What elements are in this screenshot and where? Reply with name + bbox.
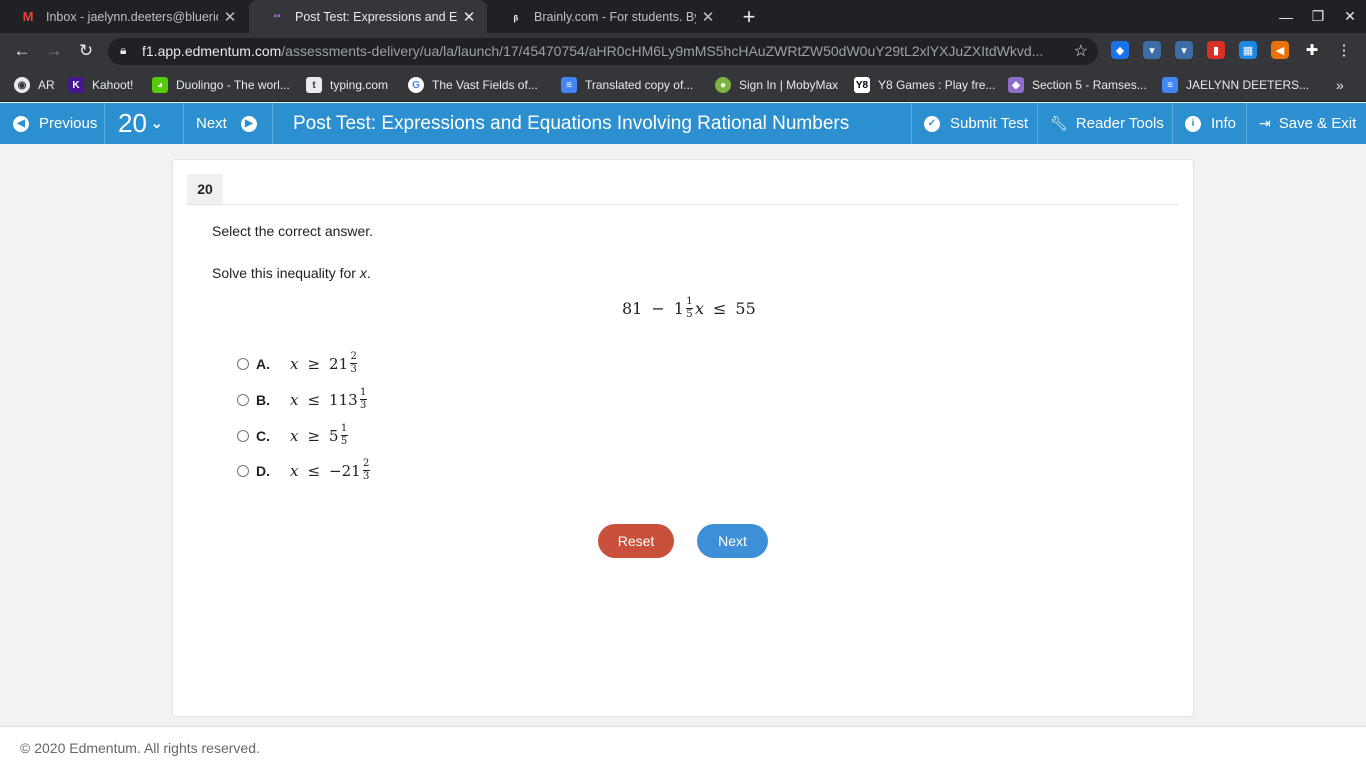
bookmark-ar[interactable]: ◉ AR [14,77,55,93]
option-math: x ≥5 15 [290,423,348,447]
next-button[interactable]: Next [697,524,768,558]
option-math: x ≤ −21 23 [290,458,370,482]
restore-icon[interactable]: ❐ [1302,0,1334,33]
duolingo-icon: ◕ [152,77,168,93]
sign-out-icon: ⇥ [1259,115,1271,131]
bookmark-y8[interactable]: Y8 Y8 Games : Play fre... [854,77,995,93]
bookmark-typing[interactable]: t typing.com [306,77,388,93]
extension-icon[interactable]: ▮ [1207,41,1225,59]
bookmark-duolingo[interactable]: ◕ Duolingo - The worl... [152,77,290,93]
inequality-equation: 81 − 1 15 x ≤ 55 [622,295,756,320]
bookmark-kahoot[interactable]: K Kahoot! [68,77,133,93]
google-icon: G [408,77,424,93]
info-icon: i [1185,115,1201,132]
radio-button-a[interactable] [237,357,249,370]
answer-option-d[interactable]: D. x ≤ −21 23 [237,459,372,482]
check-circle-icon: ✓ [924,115,940,132]
forward-icon[interactable]: → [42,39,66,63]
save-exit-button[interactable]: ⇥ Save & Exit [1247,103,1366,144]
question-header: 20 [187,174,1179,205]
kahoot-icon: K [68,77,84,93]
arrow-right-icon: ▶ [240,115,257,132]
shield-icon[interactable]: ▾ [1143,41,1161,59]
test-navigation-bar: ◀ Previous 20 ⌄ Next ▶ Post Test: Expres… [0,103,1366,144]
arrow-left-icon: ◀ [13,115,29,132]
tab-title: Post Test: Expressions and Equa [295,9,457,24]
tab-gmail[interactable]: M Inbox - jaelynn.deeters@blueridg ✕ [0,0,248,33]
menu-icon[interactable]: ⋮ [1335,41,1353,59]
submit-test-button[interactable]: ✓ Submit Test [912,103,1037,144]
shield-icon[interactable]: ▾ [1175,41,1193,59]
radio-button-c[interactable] [237,429,249,442]
window-close-icon[interactable]: ✕ [1334,0,1366,33]
gmail-icon: M [22,9,34,24]
wrench-icon: 🔧︎ [1050,115,1068,131]
address-bar[interactable]: 🔒︎ f1.app.edmentum.com/assessments-deliv… [108,38,1098,65]
option-math: x ≤113 13 [290,387,367,411]
reader-tools-button[interactable]: 🔧︎ Reader Tools [1038,103,1172,144]
browser-tab-strip: M Inbox - jaelynn.deeters@blueridg ✕ ▪▪ … [0,0,1366,33]
bookmark-vast-fields[interactable]: G The Vast Fields of... [408,77,538,93]
option-math: x ≥21 23 [290,351,358,375]
globe-icon: ◉ [14,77,30,93]
tab-brainly[interactable]: ᵦ Brainly.com - For students. By st ✕ [488,0,726,33]
tab-title: Inbox - jaelynn.deeters@blueridg [46,9,218,24]
bookmark-jaelynn[interactable]: ≡ JAELYNN DEETERS... [1162,77,1309,93]
y8-icon: Y8 [854,77,870,93]
typing-icon: t [306,77,322,93]
answer-option-a[interactable]: A. x ≥21 23 [237,352,359,375]
more-bookmarks-icon[interactable]: » [1336,77,1344,93]
tab-title: Brainly.com - For students. By st [534,9,696,24]
question-number-badge: 20 [187,174,223,204]
minimize-icon[interactable]: — [1270,0,1302,33]
back-icon[interactable]: ← [10,39,34,63]
copyright-text: © 2020 Edmentum. All rights reserved. [20,740,260,756]
extension-icon[interactable]: ◆ [1111,41,1129,59]
answer-option-c[interactable]: C. x ≥5 15 [237,424,350,447]
docs-icon: ≡ [561,77,577,93]
answer-option-b[interactable]: B. x ≤113 13 [237,388,369,411]
chevron-down-icon: ⌄ [150,115,163,131]
puzzle-icon[interactable]: ✚ [1303,41,1321,59]
next-question-button[interactable]: Next ▶ [184,103,272,144]
docs-icon: ≡ [1162,77,1178,93]
radio-button-d[interactable] [237,464,249,477]
previous-button[interactable]: ◀ Previous [0,103,104,144]
prompt-text: Solve this inequality for x. [212,265,371,281]
lock-icon: 🔒︎ [120,43,127,57]
close-icon[interactable]: ✕ [696,8,720,26]
close-icon[interactable]: ✕ [457,8,481,26]
new-tab-icon[interactable]: + [738,4,760,30]
mobymax-icon: ● [715,77,731,93]
extension-icon[interactable]: ▦ [1239,41,1257,59]
section-icon: ◆ [1008,77,1024,93]
info-button[interactable]: i Info [1173,103,1246,144]
reload-icon[interactable]: ↻ [74,39,98,63]
reset-button[interactable]: Reset [598,524,674,558]
close-icon[interactable]: ✕ [218,8,242,26]
tab-edmentum[interactable]: ▪▪ Post Test: Expressions and Equa ✕ [249,0,487,33]
bookmark-section5[interactable]: ◆ Section 5 - Ramses... [1008,77,1147,93]
radio-button-b[interactable] [237,393,249,406]
bookmark-translated-copy[interactable]: ≡ Translated copy of... [561,77,693,93]
mixed-fraction: 15 [685,295,693,320]
footer: © 2020 Edmentum. All rights reserved. [0,726,1366,768]
bookmark-mobymax[interactable]: ● Sign In | MobyMax [715,77,838,93]
url-text: f1.app.edmentum.com/assessments-delivery… [142,43,1044,59]
instruction-text: Select the correct answer. [212,223,374,239]
edmentum-icon: ▪▪ [273,11,281,22]
question-number-dropdown[interactable]: 20 ⌄ [105,103,183,144]
bookmarks-bar: ◉ AR K Kahoot! ◕ Duolingo - The worl... t ty… [0,69,1366,102]
brainly-icon: ᵦ [513,10,519,23]
extension-icon[interactable]: ◀ [1271,41,1289,59]
star-icon[interactable]: ☆ [1074,41,1088,61]
test-title: Post Test: Expressions and Equations Inv… [293,113,850,134]
